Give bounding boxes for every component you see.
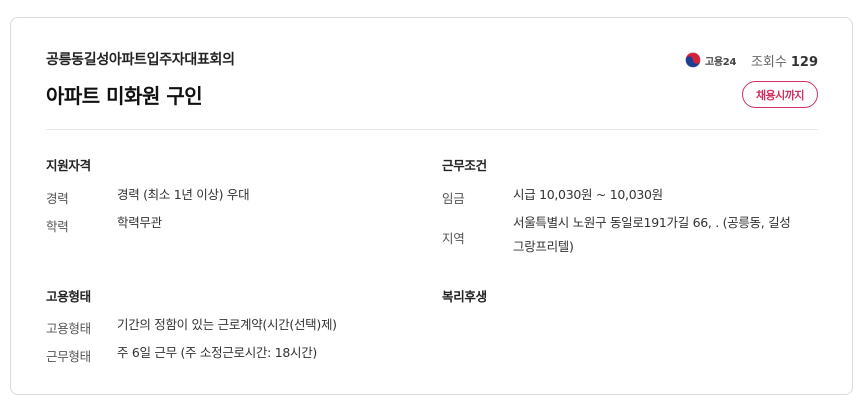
job-title: 아파트 미화원 구인 (46, 84, 203, 108)
region-value-line2: 그랑프리텔) (513, 239, 574, 254)
section-title-employment: 고용형태 (46, 289, 91, 304)
views-number: 129 (790, 55, 818, 70)
work-type-value: 주 6일 근무 (주 소정근로시간: 18시간) (117, 345, 317, 360)
job-card: 공릉동길성아파트입주자대표회의 아파트 미화원 구인 고용24 조회수 129 채… (10, 17, 853, 395)
section-title-conditions: 근무조건 (442, 158, 487, 173)
company-name: 공릉동길성아파트입주자대표회의 (46, 52, 235, 68)
region-value-line1: 서울특별시 노원구 동일로191가길 66, . (공릉동, 길성 (513, 215, 791, 230)
source-badge: 고용24 (685, 51, 736, 69)
employment-type-label: 고용형태 (46, 321, 91, 336)
employment-type-value: 기간의 정함이 있는 근로계약(시간(선택)제) (117, 317, 337, 332)
education-value: 학력무관 (117, 215, 162, 230)
education-label: 학력 (46, 219, 69, 234)
region-label: 지역 (442, 231, 465, 246)
taegeuk-logo-icon (685, 52, 701, 68)
divider (46, 129, 818, 130)
career-value: 경력 (최소 1년 이상) 우대 (117, 187, 250, 202)
wage-label: 임금 (442, 191, 465, 206)
view-count: 조회수 129 (751, 51, 818, 70)
section-title-qualification: 지원자격 (46, 158, 91, 173)
wage-value: 시급 10,030원 ~ 10,030원 (513, 187, 663, 202)
source-label: 고용24 (705, 56, 737, 68)
views-label: 조회수 (750, 55, 787, 70)
career-label: 경력 (46, 191, 69, 206)
work-type-label: 근무형태 (46, 349, 91, 364)
section-title-welfare: 복리후생 (442, 289, 487, 304)
deadline-badge: 채용시까지 (742, 81, 818, 108)
